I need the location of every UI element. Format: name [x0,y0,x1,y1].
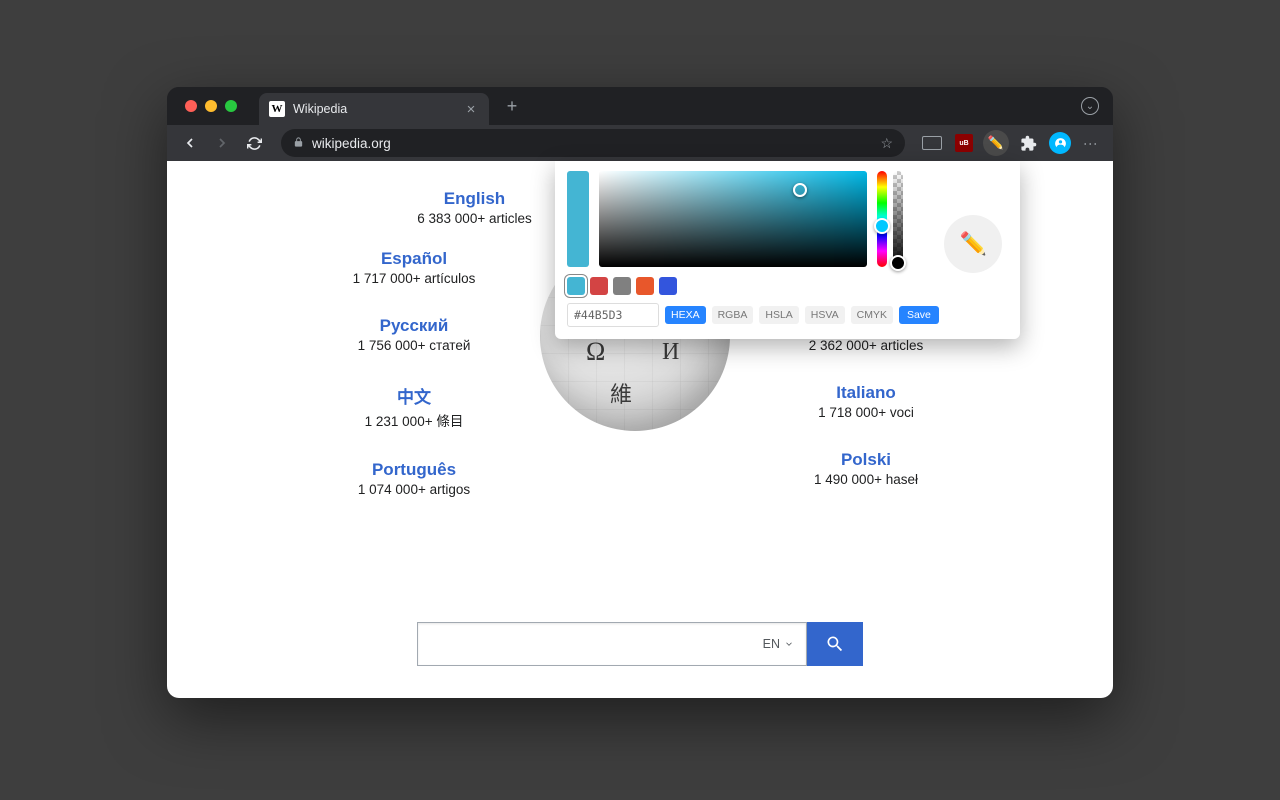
search-bar: EN [417,622,863,666]
saturation-value-canvas[interactable] [599,171,867,267]
hue-slider[interactable] [877,171,887,267]
swatch-2[interactable] [590,277,608,295]
swatch-5[interactable] [659,277,677,295]
address-bar[interactable]: wikipedia.org ☆ [281,129,905,157]
format-rgba-button[interactable]: RGBA [712,306,754,324]
current-color-preview [567,171,589,267]
format-hexa-button[interactable]: HEXA [665,306,706,324]
collapse-tabs-button[interactable]: ⌄ [1081,97,1099,115]
search-language-selector[interactable]: EN [763,637,794,651]
swatch-1[interactable] [567,277,585,295]
lang-link-chinese[interactable]: 中文 1 231 000+ 條目 [365,383,464,430]
extensions-menu-icon[interactable] [1015,130,1041,156]
back-button[interactable] [177,130,203,156]
search-button[interactable] [807,622,863,666]
close-window-button[interactable] [185,100,197,112]
url-text: wikipedia.org [312,136,872,151]
lang-link-russian[interactable]: Русский 1 756 000+ статей [358,316,471,353]
sv-selector-handle[interactable] [793,183,807,197]
extension-colorpicker-icon[interactable]: ✏️ [983,130,1009,156]
maximize-window-button[interactable] [225,100,237,112]
reload-button[interactable] [241,130,267,156]
lang-link-portuguese[interactable]: Português 1 074 000+ artigos [358,460,470,497]
toolbar: wikipedia.org ☆ uB ✏️ ⋮ [167,125,1113,161]
profile-avatar[interactable] [1047,130,1073,156]
extension-cast-icon[interactable] [919,130,945,156]
languages-left-column: Español 1 717 000+ artículos Русский 1 7… [294,249,534,497]
titlebar: W Wikipedia × + ⌄ [167,87,1113,125]
close-tab-button[interactable]: × [463,101,479,118]
window-controls [185,100,237,112]
format-cmyk-button[interactable]: CMYK [851,306,893,324]
opacity-slider[interactable] [893,171,903,267]
swatch-row [567,277,939,295]
swatch-3[interactable] [613,277,631,295]
new-tab-button[interactable]: + [499,93,525,119]
forward-button[interactable] [209,130,235,156]
lock-icon [293,136,304,151]
color-picker-popup: HEXA RGBA HSLA HSVA CMYK Save ✏️ [555,161,1020,339]
lang-link-english[interactable]: English 6 383 000+ articles [417,189,531,226]
save-color-button[interactable]: Save [899,306,939,324]
search-icon [825,634,845,654]
opacity-handle[interactable] [890,255,906,271]
lang-link-italiano[interactable]: Italiano 1 718 000+ voci [818,383,914,420]
swatch-4[interactable] [636,277,654,295]
lang-link-espanol[interactable]: Español 1 717 000+ artículos [353,249,476,286]
hue-handle[interactable] [874,218,890,234]
extension-ublock-icon[interactable]: uB [951,130,977,156]
browser-tab[interactable]: W Wikipedia × [259,93,489,125]
hex-input[interactable] [567,303,659,327]
favicon-icon: W [269,101,285,117]
eyedropper-icon: ✏️ [960,231,987,257]
eyedropper-button[interactable]: ✏️ [944,215,1002,273]
lang-link-polski[interactable]: Polski 1 490 000+ haseł [814,450,918,487]
tab-title: Wikipedia [293,102,455,116]
format-hsla-button[interactable]: HSLA [759,306,798,324]
minimize-window-button[interactable] [205,100,217,112]
search-input-wrapper: EN [417,622,807,666]
search-input[interactable] [430,636,763,652]
browser-menu-button[interactable]: ⋮ [1079,137,1103,149]
bookmark-star-icon[interactable]: ☆ [880,135,893,152]
format-hsva-button[interactable]: HSVA [805,306,845,324]
